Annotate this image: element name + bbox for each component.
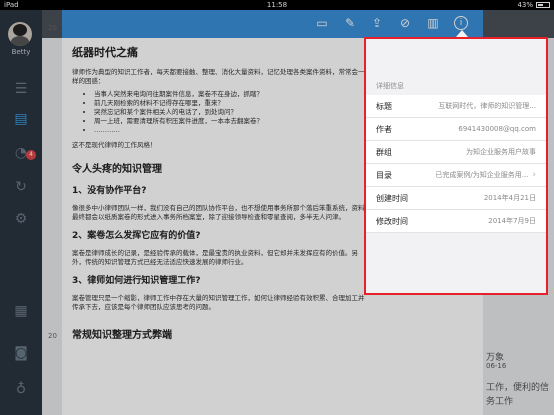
detail-row-author: 作者 6941430008@qq.com — [366, 118, 546, 141]
list-item-peek[interactable]: 万象 06-16 工作，便利的信 务工作 — [483, 320, 554, 415]
bullet-item: 突然忘记和某个案件相关人的电话了，到处询问？ — [94, 108, 370, 117]
bullet-item: 前几天刚检索的材料不记得存在哪里，重来？ — [94, 99, 370, 108]
avatar[interactable] — [8, 22, 32, 46]
popover-header-space — [366, 39, 546, 75]
chevron-right-icon: › — [532, 170, 536, 180]
bullet-item: 周一上班，需要清理所有积压案件进度，一本本去翻案卷？ — [94, 117, 370, 126]
list-item-date: 20 — [48, 24, 57, 32]
popover-arrow — [456, 30, 468, 37]
paragraph: 律师作为典型的知识工作者，每天都要接触、整理、消化大量资料，记忆处理各类案件资料… — [72, 68, 365, 85]
bullet-item: ………… — [94, 126, 370, 135]
list-item-date: 20 — [48, 332, 57, 340]
detail-row-modified: 修改时间 2014年7月9日 — [366, 210, 546, 233]
subheading: 1、没有协作平台? — [72, 186, 147, 196]
battery-percent: 43% — [517, 1, 533, 9]
detail-label: 创建时间 — [376, 193, 408, 203]
detail-label: 群组 — [376, 147, 392, 157]
bullet-item: 当事人突然来电询问往期案件信息，案卷不在身边，抓瞎？ — [94, 90, 370, 99]
section-heading: 令人头疼的知识管理 — [72, 164, 162, 175]
info-popover: 详细信息 标题 互联网时代，律师的知识管理... 作者 6941430008@q… — [364, 37, 548, 295]
paragraph: 案卷管理只是一个缩影，律师工作中存在大量的知识管理工作，如何让律师经验有效积累、… — [72, 294, 365, 311]
paragraph: 案卷是律师成长的记录，是经验传承的载体，是最宝贵的执业资料，但它却并未发挥应有的… — [72, 249, 358, 266]
section-heading: 常规知识整理方式弊端 — [72, 330, 172, 341]
detail-label: 修改时间 — [376, 216, 408, 226]
battery-icon — [536, 2, 550, 8]
detail-value: 为知企业服务用户故事 — [466, 148, 536, 156]
paragraph: 像很多中小律师团队一样，我们没有自己的团队协作平台，也不想使用事务所那个落后笨重… — [72, 204, 365, 221]
detail-row-group: 群组 为知企业服务用户故事 — [366, 141, 546, 164]
detail-row-folder[interactable]: 目录 已完成案例/为知企业服务用... › — [366, 164, 546, 187]
detail-row-title[interactable]: 标题 互联网时代，律师的知识管理... — [366, 95, 546, 118]
list-icon[interactable]: ☰ — [12, 80, 30, 98]
share-icon[interactable]: ⇪ — [369, 15, 385, 31]
comment-icon[interactable]: ▭ — [314, 15, 330, 31]
popover-section-title: 详细信息 — [376, 82, 404, 90]
app-sidebar: Betty ☰ ▤ ◔ 4 ↻ ⚙ ▦ ◙ ♁ — [0, 10, 42, 415]
detail-label: 目录 — [376, 170, 392, 180]
new-note-icon[interactable]: ▦ — [12, 302, 30, 320]
document-toolbar: ▭ ✎ ⇪ ⊘ ▥ i — [62, 10, 483, 38]
attachment-icon[interactable]: ⊘ — [397, 15, 413, 31]
detail-label: 作者 — [376, 124, 392, 134]
subheading: 3、律师如何进行知识管理工作? — [72, 276, 201, 286]
document-content: 纸器时代之痛 律师作为典型的知识工作者，每天都要接触、整理、消化大量资料，记忆处… — [72, 44, 370, 349]
info-icon[interactable]: i — [454, 16, 468, 30]
detail-list: 标题 互联网时代，律师的知识管理... 作者 6941430008@qq.com… — [366, 95, 546, 233]
sync-icon[interactable]: ↻ — [12, 178, 30, 196]
bullet-list: 当事人突然来电询问往期案件信息，案卷不在身边，抓瞎？ 前几天刚检索的材料不记得存… — [72, 90, 370, 135]
paragraph: 这不是现代律师的工作风格！ — [72, 141, 157, 149]
microphone-icon[interactable]: ♁ — [12, 380, 30, 398]
detail-value: 2014年4月21日 — [483, 194, 536, 202]
detail-value: 互联网时代，律师的知识管理... — [438, 102, 536, 110]
detail-value: 6941430008@qq.com — [458, 125, 536, 133]
detail-value: 已完成案例/为知企业服务用... — [435, 171, 529, 179]
detail-label: 标题 — [376, 101, 392, 111]
status-bar: iPad 11:58 43% — [0, 0, 554, 10]
detail-value: 2014年7月9日 — [488, 217, 536, 225]
detail-row-created: 创建时间 2014年4月21日 — [366, 187, 546, 210]
battery-indicator: 43% — [517, 0, 550, 10]
peek-snippet: 工作，便利的信 — [486, 383, 550, 393]
peek-snippet: 务工作 — [486, 397, 514, 407]
username: Betty — [11, 48, 31, 56]
document-title: 纸器时代之痛 — [72, 46, 138, 59]
trash-icon[interactable]: ▥ — [425, 15, 441, 31]
gear-icon[interactable]: ⚙ — [12, 210, 30, 228]
camera-icon[interactable]: ◙ — [12, 344, 30, 362]
notification-badge: 4 — [26, 150, 36, 160]
edit-icon[interactable]: ✎ — [342, 15, 358, 31]
subheading: 2、案卷怎么发挥它应有的价值? — [72, 231, 201, 241]
document-icon[interactable]: ▤ — [12, 110, 30, 128]
clock: 11:58 — [266, 1, 288, 9]
peek-date: 06-16 — [486, 362, 507, 370]
